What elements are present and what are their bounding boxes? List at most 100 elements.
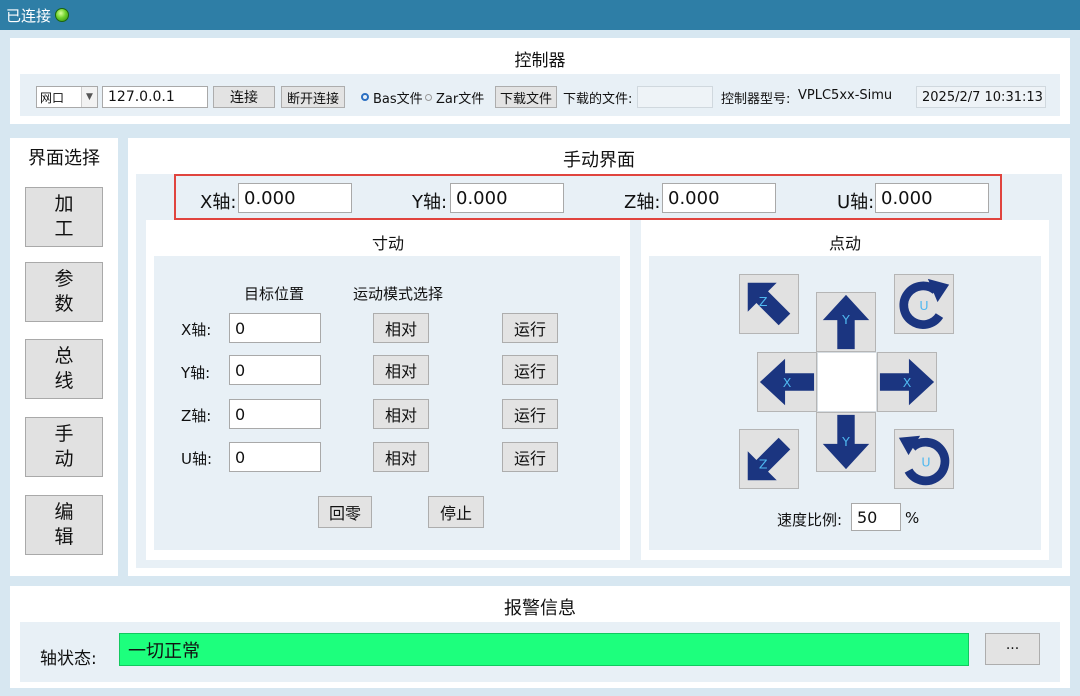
jog-x-minus-button[interactable]: X [757,352,817,412]
jog-title: 点动 [828,234,861,253]
jog-panel: 点动 Z Y U X X Z Y U 速度比例: 50 % [641,220,1049,560]
chevron-down-icon: ▼ [81,87,97,107]
radio-bas[interactable]: Bas文件 [361,86,423,108]
axis-status-label: 轴状态: [40,649,97,669]
radio-zar-label: Zar文件 [436,91,485,107]
arrow-up-icon: Y [822,294,870,350]
u-position-label: U轴: [837,192,875,213]
jog-y-plus-button[interactable]: Y [816,292,876,352]
inch-y-input[interactable]: 0 [229,355,321,385]
inch-u-mode-button[interactable]: 相对 [373,442,429,472]
jog-x-minus-letter: X [783,375,792,390]
connection-led-icon [55,8,70,22]
sidebar-item-edit[interactable]: 编辑 [25,495,103,555]
inch-y-label: Y轴: [181,364,211,382]
sidebar-title: 界面选择 [28,148,100,169]
model-label: 控制器型号: [721,92,791,107]
inch-u-input[interactable]: 0 [229,442,321,472]
inch-x-input[interactable]: 0 [229,313,321,343]
jog-u-plus-button[interactable]: U [894,274,954,334]
sidebar-panel: 界面选择 加工 参数 总线 手动 编辑 [10,138,118,576]
speed-unit: % [905,509,920,527]
inch-z-run-button[interactable]: 运行 [502,399,558,429]
inch-u-label: U轴: [181,450,213,468]
z-position-field: 0.000 [662,183,776,213]
inch-x-label: X轴: [181,321,212,339]
jog-y-minus-letter: Y [841,434,850,449]
jog-z-plus-letter: Z [759,294,768,309]
inch-z-input[interactable]: 0 [229,399,321,429]
jog-y-plus-letter: Y [841,312,850,327]
jog-u-minus-button[interactable]: U [894,429,954,489]
inch-y-mode-button[interactable]: 相对 [373,355,429,385]
arrow-left-icon: X [759,358,815,406]
controller-panel: 控制器 网口 ▼ 127.0.0.1 连接 断开连接 Bas文件 Zar文件 下… [10,38,1070,124]
radio-selected-icon [361,93,369,101]
port-type-select[interactable]: 网口 ▼ [36,86,98,108]
inch-panel: 寸动 目标位置 运动模式选择 X轴: 0 相对 运行 Y轴: 0 相对 运行 Z… [146,220,630,560]
controller-title: 控制器 [514,51,566,71]
jog-z-minus-letter: Z [759,457,768,472]
title-bar: 已连接 [0,0,1080,30]
jog-z-plus-button[interactable]: Z [739,274,799,334]
jog-u-plus-letter: U [919,298,928,313]
datetime-value: 2025/2/7 10:31:13 [922,89,1043,105]
sidebar-item-process[interactable]: 加工 [25,187,103,247]
alarm-title: 报警信息 [504,598,576,619]
inch-y-run-button[interactable]: 运行 [502,355,558,385]
inch-x-run-button[interactable]: 运行 [502,313,558,343]
controller-toolbar: 网口 ▼ 127.0.0.1 连接 断开连接 Bas文件 Zar文件 下载文件 … [20,74,1060,116]
jog-inner: Z Y U X X Z Y U 速度比例: 50 % [649,256,1041,550]
more-button[interactable]: ··· [985,633,1040,665]
position-readout: X轴: 0.000 Y轴: 0.000 Z轴: 0.000 U轴: 0.000 [174,174,1002,220]
disconnect-button[interactable]: 断开连接 [281,86,345,108]
downloaded-file-field [637,86,713,108]
jog-z-minus-button[interactable]: Z [739,429,799,489]
jog-y-minus-button[interactable]: Y [816,412,876,472]
radio-unselected-icon [425,93,432,101]
port-type-value: 网口 [40,90,65,105]
alarm-panel: 报警信息 轴状态: 一切正常 ··· [10,586,1070,688]
radio-zar[interactable]: Zar文件 [425,86,484,108]
inch-z-mode-button[interactable]: 相对 [373,399,429,429]
arrow-up-left-icon: Z [747,282,791,326]
sidebar-item-params[interactable]: 参数 [25,262,103,322]
jog-x-plus-letter: X [903,375,912,390]
stop-button[interactable]: 停止 [428,496,484,528]
jog-center [817,352,877,412]
jog-x-plus-button[interactable]: X [877,352,937,412]
speed-ratio-label: 速度比例: [777,511,843,529]
model-value: VPLC5xx-Simu [798,88,893,103]
rotate-ccw-icon: U [898,435,950,486]
y-position-label: Y轴: [412,192,448,213]
x-position-field: 0.000 [238,183,352,213]
inch-title: 寸动 [371,234,404,253]
sidebar-item-bus[interactable]: 总线 [25,339,103,399]
connection-status: 已连接 [6,6,52,25]
manual-inner: X轴: 0.000 Y轴: 0.000 Z轴: 0.000 U轴: 0.000 … [136,174,1062,568]
inch-inner: 目标位置 运动模式选择 X轴: 0 相对 运行 Y轴: 0 相对 运行 Z轴: … [154,256,620,550]
rotate-cw-icon: U [899,278,950,329]
inch-x-mode-button[interactable]: 相对 [373,313,429,343]
alarm-inner: 轴状态: 一切正常 ··· [20,622,1060,682]
ip-value: 127.0.0.1 [108,89,175,105]
inch-u-run-button[interactable]: 运行 [502,442,558,472]
radio-bas-label: Bas文件 [373,91,423,107]
manual-panel: 手动界面 X轴: 0.000 Y轴: 0.000 Z轴: 0.000 U轴: 0… [128,138,1070,576]
ip-input[interactable]: 127.0.0.1 [102,86,208,108]
jog-u-minus-letter: U [921,455,930,470]
inch-z-label: Z轴: [181,407,212,425]
manual-title: 手动界面 [563,150,635,171]
arrow-right-icon: X [879,358,935,406]
motion-mode-header: 运动模式选择 [353,285,444,303]
speed-ratio-input[interactable]: 50 [851,503,901,531]
u-position-field: 0.000 [875,183,989,213]
connect-button[interactable]: 连接 [213,86,275,108]
sidebar-item-manual[interactable]: 手动 [25,417,103,477]
download-button[interactable]: 下载文件 [495,86,557,108]
arrow-down-left-icon: Z [747,437,791,481]
target-position-header: 目标位置 [244,285,305,303]
home-button[interactable]: 回零 [318,496,372,528]
arrow-down-icon: Y [822,414,870,470]
x-position-label: X轴: [200,192,237,213]
